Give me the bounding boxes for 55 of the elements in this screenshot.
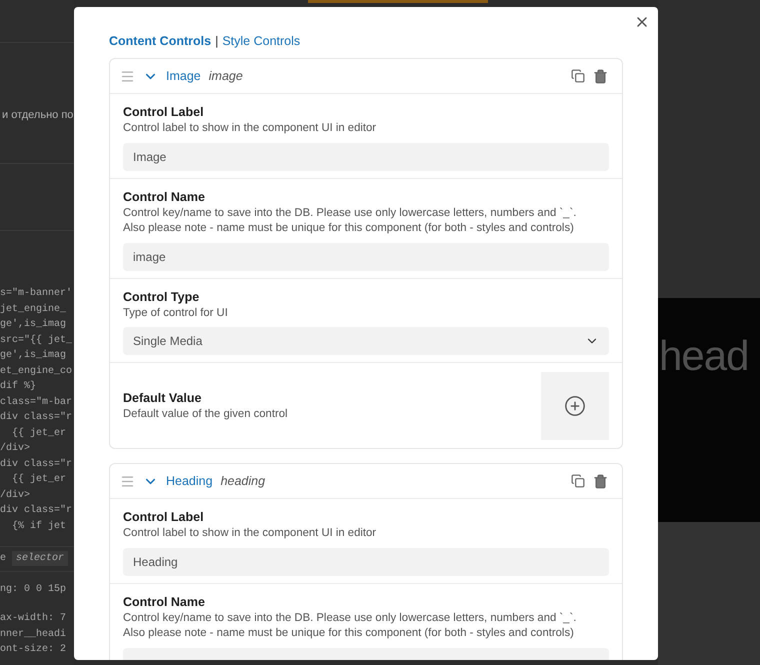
drag-handle-icon[interactable]	[120, 68, 135, 84]
code-line: {% if jet	[11, 520, 68, 534]
control-slug: heading	[220, 474, 266, 488]
code-line: nner__headi	[0, 628, 68, 642]
code-line: et_engine_co	[0, 364, 74, 378]
code-line: {{ jet_er	[11, 472, 68, 487]
code-line: ge',is_imag	[0, 318, 68, 332]
notice-text: и отдельно по	[1, 109, 74, 121]
drag-handle-icon[interactable]	[120, 474, 135, 488]
code-line: jet_engine_	[0, 302, 68, 316]
code-line: {{ jet_er	[11, 426, 68, 440]
code-line: e	[0, 552, 6, 566]
add-media-button[interactable]	[541, 372, 609, 440]
code-line: /div>	[0, 488, 32, 502]
code-line: div class="r	[0, 504, 74, 518]
code-line: ont-size: 2	[0, 642, 68, 657]
code-line: ax-width: 7	[0, 612, 68, 626]
selector-field: selector	[12, 551, 68, 566]
preview-heading: head	[658, 332, 748, 380]
control-title: Image	[166, 69, 201, 83]
control-title: Heading	[166, 474, 213, 488]
field-description: Type of control for UI	[123, 306, 229, 320]
copy-icon[interactable]	[571, 474, 585, 488]
code-line: div class="r	[0, 410, 74, 425]
code-line: s="m-banner'	[0, 286, 74, 301]
plus-circle-icon	[564, 395, 586, 417]
text-input-field[interactable]: Heading	[123, 548, 609, 576]
trash-icon[interactable]	[593, 474, 608, 488]
code-line: dif %}	[0, 380, 38, 394]
controls-tab[interactable]: Style Controls	[222, 34, 300, 48]
field-description: Control key/name to save into the DB. Please use only lowercase letters, numbers and `_`. Also please note - name must be unique for this component (for both - styles and controls)	[123, 206, 578, 236]
copy-icon[interactable]	[571, 69, 585, 83]
tab-separator: |	[215, 34, 218, 48]
text-input-field[interactable]: image	[123, 242, 609, 270]
code-line: ge',is_imag	[0, 348, 68, 363]
field-description: Control label to show in the component UI in editor	[123, 121, 378, 136]
field-label: Control Label	[123, 104, 205, 121]
code-line: ng: 0 0 15p	[0, 582, 68, 596]
field-label: Control Label	[123, 509, 205, 526]
field-label: Control Type	[123, 288, 200, 306]
control-type-select[interactable]: Single Media	[123, 327, 609, 355]
field-description: Default value of the given control	[123, 406, 288, 422]
code-line: src="{{ jet_	[0, 334, 74, 348]
code-line: /div>	[0, 442, 32, 456]
field-label: Control Name	[123, 188, 206, 206]
field-description: Control label to show in the component UI in editor	[123, 526, 378, 541]
field-label: Control Name	[123, 594, 206, 610]
text-input-field[interactable]: Image	[123, 142, 609, 170]
trash-icon[interactable]	[593, 68, 608, 84]
field-label: Default Value	[123, 390, 202, 407]
control-slug: image	[208, 69, 243, 83]
code-line: class="m-bar	[0, 396, 74, 410]
code-line: div class="r	[0, 458, 74, 472]
controls-tab[interactable]: Content Controls	[109, 34, 212, 48]
field-description: Control key/name to save into the DB. Please use only lowercase letters, numbers and `_`. Also please note - name must be unique for this component (for both - styles and controls)	[123, 610, 578, 641]
